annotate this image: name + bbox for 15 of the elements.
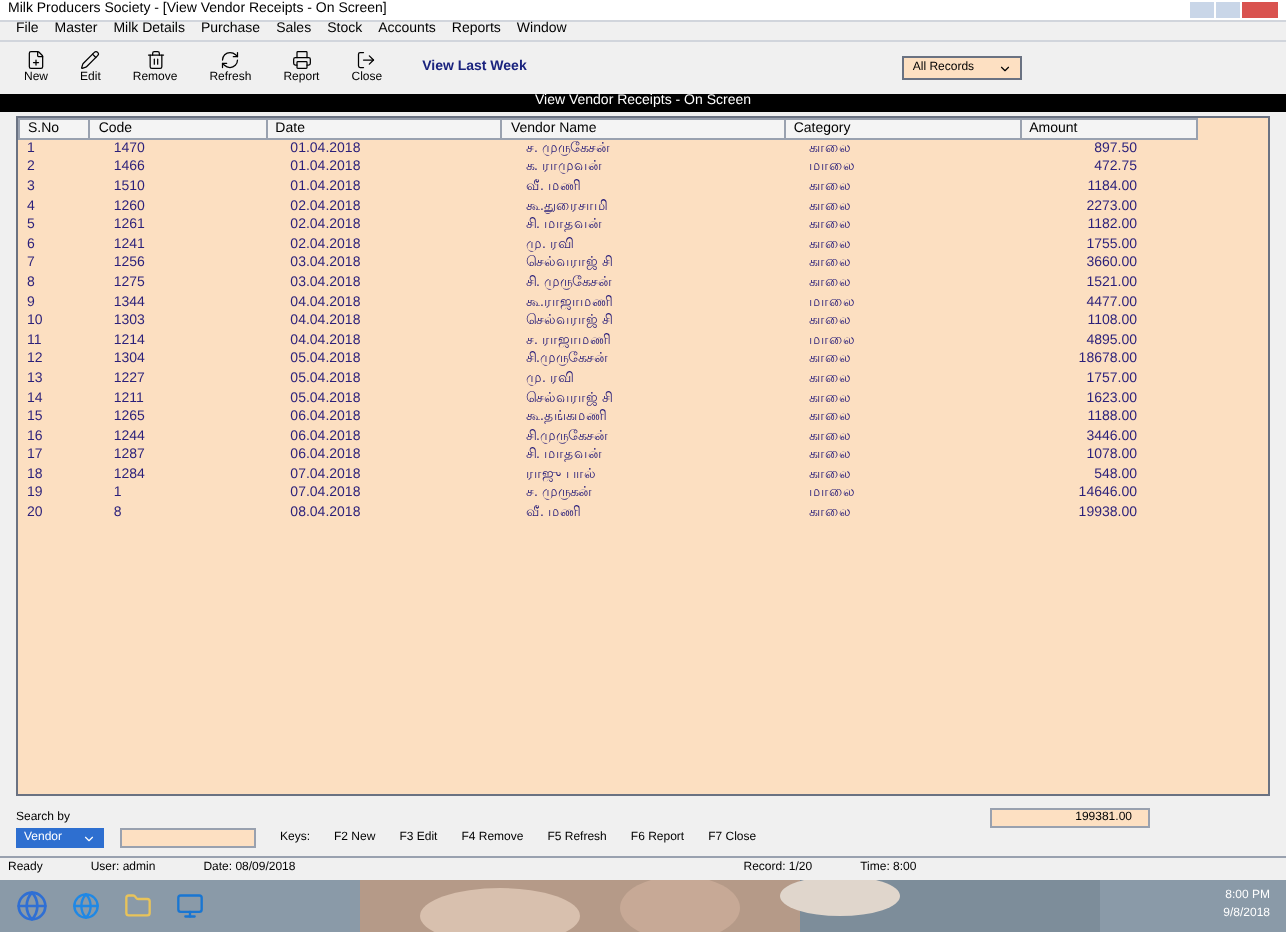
edit-icon bbox=[80, 49, 101, 69]
close-button[interactable] bbox=[1242, 2, 1278, 18]
report-icon bbox=[291, 49, 312, 69]
browser-icon[interactable] bbox=[72, 892, 100, 920]
search-field[interactable] bbox=[120, 828, 256, 848]
close-icon bbox=[356, 49, 377, 69]
folder-icon[interactable] bbox=[124, 892, 152, 920]
app-icon[interactable] bbox=[176, 892, 204, 920]
remove-icon bbox=[145, 49, 166, 69]
maximize-button[interactable] bbox=[1216, 2, 1240, 18]
minimize-button[interactable] bbox=[1190, 2, 1214, 18]
dropdown-icon bbox=[998, 61, 1013, 75]
new-icon bbox=[26, 49, 46, 69]
dropdown-icon bbox=[82, 831, 96, 845]
refresh-icon bbox=[220, 49, 241, 69]
